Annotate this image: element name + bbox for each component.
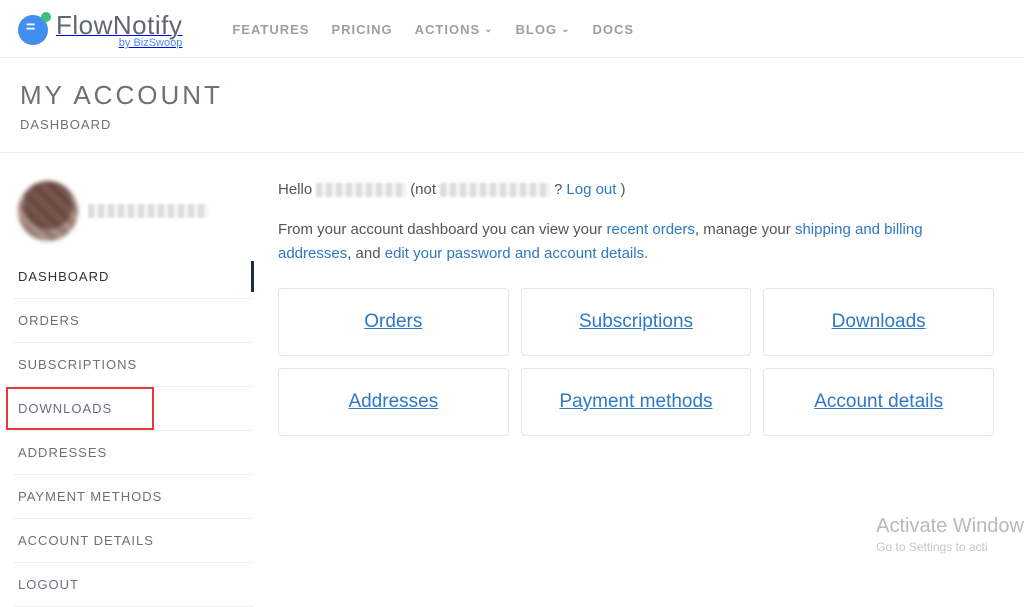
nav-item-pricing[interactable]: PRICING	[331, 22, 392, 37]
user-block	[14, 181, 254, 255]
nav-item-blog[interactable]: BLOG⌄	[516, 22, 571, 37]
sidebar-list: DASHBOARDORDERSSUBSCRIPTIONSDOWNLOADSADD…	[14, 255, 254, 607]
sidebar-item-orders[interactable]: ORDERS	[14, 299, 254, 343]
logo-text: FlowNotify	[56, 10, 182, 40]
watermark-line-2: Go to Settings to acti	[876, 540, 1024, 554]
sidebar-item-addresses[interactable]: ADDRESSES	[14, 431, 254, 475]
nav-label: ACTIONS	[415, 22, 481, 37]
nav-item-features[interactable]: FEATURES	[232, 22, 309, 37]
hello-not-close: ?	[554, 181, 562, 198]
desc-part-4: .	[644, 245, 648, 262]
recent-orders-link[interactable]: recent orders	[607, 221, 695, 238]
dashboard-cards: OrdersSubscriptionsDownloads AddressesPay…	[278, 288, 994, 436]
hello-end: )	[620, 181, 625, 198]
dashboard-card-downloads[interactable]: Downloads	[763, 288, 994, 356]
dashboard-card-subscriptions[interactable]: Subscriptions	[521, 288, 752, 356]
dashboard-card-payment-methods[interactable]: Payment methods	[521, 368, 752, 436]
highlight-annotation	[6, 387, 154, 430]
hello-line: Hello (not ? Log out )	[278, 181, 994, 198]
sidebar-item-logout[interactable]: LOGOUT	[14, 563, 254, 607]
desc-part-3: , and	[347, 245, 385, 262]
windows-activation-watermark: Activate Window Go to Settings to acti	[856, 515, 1024, 554]
hello-name-redacted	[316, 183, 406, 197]
sidebar-item-dashboard[interactable]: DASHBOARD	[14, 255, 254, 299]
sidebar-item-payment-methods[interactable]: PAYMENT METHODS	[14, 475, 254, 519]
nav-label: BLOG	[516, 22, 558, 37]
top-nav: FEATURESPRICINGACTIONS⌄BLOG⌄DOCS	[232, 22, 634, 37]
edit-account-link[interactable]: edit your password and account details	[385, 245, 644, 262]
top-bar: FlowNotify by BizSwoop FEATURES PRICING AC…	[0, 0, 1024, 58]
avatar	[18, 181, 78, 241]
logo-icon	[18, 15, 48, 45]
dashboard-card-orders[interactable]: Orders	[278, 288, 509, 356]
sidebar-item-downloads[interactable]: DOWNLOADS	[14, 387, 254, 431]
dashboard-card-account-details[interactable]: Account details	[763, 368, 994, 436]
nav-label: PRICING	[331, 22, 392, 37]
chevron-down-icon: ⌄	[484, 24, 493, 35]
hello-not-open: (not	[410, 181, 436, 198]
logo-link[interactable]: FlowNotify by BizSwoop	[18, 10, 182, 49]
watermark-line-1: Activate Window	[876, 515, 1024, 538]
dashboard-description: From your account dashboard you can view…	[278, 218, 994, 266]
dashboard-card-addresses[interactable]: Addresses	[278, 368, 509, 436]
nav-item-actions[interactable]: ACTIONS⌄	[415, 22, 494, 37]
sidebar-item-subscriptions[interactable]: SUBSCRIPTIONS	[14, 343, 254, 387]
page-title: MY ACCOUNT	[20, 80, 1004, 111]
logout-link[interactable]: Log out	[566, 181, 616, 198]
logo-text-wrap: FlowNotify by BizSwoop	[56, 10, 182, 49]
title-bar: MY ACCOUNT DASHBOARD	[0, 58, 1024, 153]
hello-prefix: Hello	[278, 181, 312, 198]
desc-part-1: From your account dashboard you can view…	[278, 221, 607, 238]
hello-name2-redacted	[440, 183, 550, 197]
username-redacted	[88, 204, 208, 218]
sidebar-item-account-details[interactable]: ACCOUNT DETAILS	[14, 519, 254, 563]
nav-label: DOCS	[592, 22, 634, 37]
chevron-down-icon: ⌄	[561, 24, 570, 35]
desc-part-2: , manage your	[695, 221, 795, 238]
nav-label: FEATURES	[232, 22, 309, 37]
nav-item-docs[interactable]: DOCS	[592, 22, 634, 37]
sidebar: DASHBOARDORDERSSUBSCRIPTIONSDOWNLOADSADD…	[14, 181, 254, 607]
breadcrumb: DASHBOARD	[20, 117, 1004, 132]
